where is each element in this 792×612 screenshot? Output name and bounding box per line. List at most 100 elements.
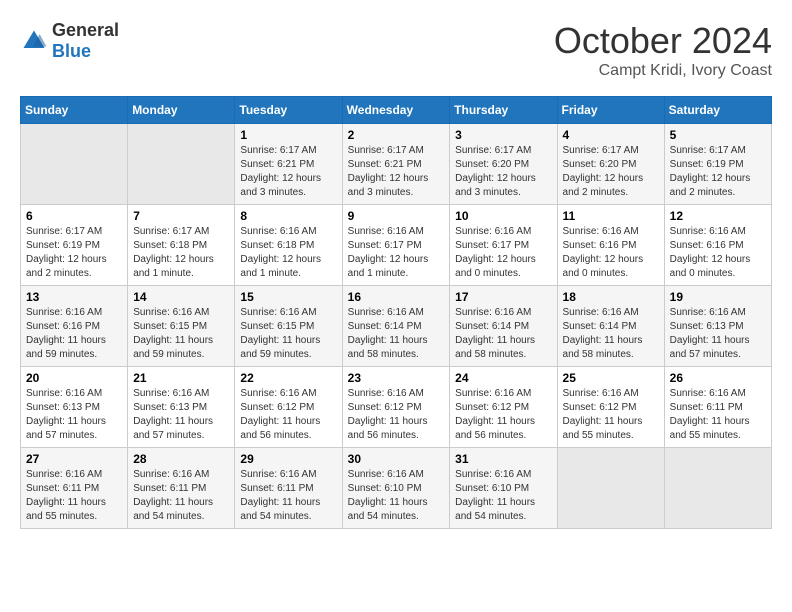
calendar-cell: 8Sunrise: 6:16 AMSunset: 6:18 PMDaylight… [235,205,342,286]
calendar-cell [557,448,664,529]
day-info: Sunrise: 6:17 AMSunset: 6:19 PMDaylight:… [670,145,751,198]
weekday-header-thursday: Thursday [450,97,557,124]
day-info: Sunrise: 6:16 AMSunset: 6:11 PMDaylight:… [240,469,320,522]
calendar-week-row: 1 Sunrise: 6:17 AMSunset: 6:21 PMDaylight… [21,124,772,205]
day-info: Sunrise: 6:16 AMSunset: 6:14 PMDaylight:… [455,307,535,360]
calendar-cell: 30 Sunrise: 6:16 AMSunset: 6:10 PMDayligh… [342,448,450,529]
day-number: 9 [348,209,445,223]
weekday-header-row: SundayMondayTuesdayWednesdayThursdayFrid… [21,97,772,124]
calendar-cell: 12 Sunrise: 6:16 AMSunset: 6:16 PMDayligh… [664,205,771,286]
weekday-header-friday: Friday [557,97,664,124]
weekday-header-wednesday: Wednesday [342,97,450,124]
calendar-cell: 7Sunrise: 6:17 AMSunset: 6:18 PMDaylight… [128,205,235,286]
calendar-cell: 16 Sunrise: 6:16 AMSunset: 6:14 PMDayligh… [342,286,450,367]
calendar-cell: 10 Sunrise: 6:16 AMSunset: 6:17 PMDayligh… [450,205,557,286]
calendar-header: SundayMondayTuesdayWednesdayThursdayFrid… [21,97,772,124]
logo-blue-text: Blue [52,41,91,61]
day-number: 5 [670,128,766,142]
day-info: Sunrise: 6:16 AMSunset: 6:12 PMDaylight:… [240,388,320,441]
day-info: Sunrise: 6:16 AMSunset: 6:13 PMDaylight:… [670,307,750,360]
calendar-cell: 3 Sunrise: 6:17 AMSunset: 6:20 PMDaylight… [450,124,557,205]
calendar-cell: 20 Sunrise: 6:16 AMSunset: 6:13 PMDayligh… [21,367,128,448]
day-number: 12 [670,209,766,223]
day-number: 15 [240,290,336,304]
calendar-cell: 19 Sunrise: 6:16 AMSunset: 6:13 PMDayligh… [664,286,771,367]
calendar-cell: 28Sunrise: 6:16 AMSunset: 6:11 PMDayligh… [128,448,235,529]
month-title: October 2024 [554,20,772,62]
day-number: 10 [455,209,551,223]
day-info: Sunrise: 6:17 AMSunset: 6:20 PMDaylight:… [455,145,536,198]
page-header: General Blue October 2024 Campt Kridi, I… [20,20,772,80]
calendar-cell: 29 Sunrise: 6:16 AMSunset: 6:11 PMDayligh… [235,448,342,529]
calendar-cell: 18 Sunrise: 6:16 AMSunset: 6:14 PMDayligh… [557,286,664,367]
title-block: October 2024 Campt Kridi, Ivory Coast [554,20,772,80]
location-title: Campt Kridi, Ivory Coast [554,62,772,80]
calendar-cell: 2Sunrise: 6:17 AMSunset: 6:21 PMDaylight… [342,124,450,205]
day-number: 27 [26,452,122,466]
day-info: Sunrise: 6:17 AMSunset: 6:19 PMDaylight:… [26,226,107,279]
calendar-cell: 11 Sunrise: 6:16 AMSunset: 6:16 PMDayligh… [557,205,664,286]
day-number: 20 [26,371,122,385]
calendar-cell [664,448,771,529]
calendar-cell: 31Sunrise: 6:16 AMSunset: 6:10 PMDayligh… [450,448,557,529]
day-number: 16 [348,290,445,304]
calendar-cell: 5 Sunrise: 6:17 AMSunset: 6:19 PMDaylight… [664,124,771,205]
calendar-cell: 6 Sunrise: 6:17 AMSunset: 6:19 PMDaylight… [21,205,128,286]
day-info: Sunrise: 6:16 AMSunset: 6:17 PMDaylight:… [348,226,429,279]
calendar-week-row: 6 Sunrise: 6:17 AMSunset: 6:19 PMDaylight… [21,205,772,286]
day-info: Sunrise: 6:16 AMSunset: 6:13 PMDaylight:… [133,388,213,441]
day-number: 19 [670,290,766,304]
day-info: Sunrise: 6:17 AMSunset: 6:20 PMDaylight:… [563,145,644,198]
day-number: 6 [26,209,122,223]
day-number: 13 [26,290,122,304]
calendar-cell: 15Sunrise: 6:16 AMSunset: 6:15 PMDayligh… [235,286,342,367]
calendar-cell: 24Sunrise: 6:16 AMSunset: 6:12 PMDayligh… [450,367,557,448]
day-number: 4 [563,128,659,142]
day-number: 23 [348,371,445,385]
day-info: Sunrise: 6:16 AMSunset: 6:14 PMDaylight:… [348,307,428,360]
day-info: Sunrise: 6:16 AMSunset: 6:18 PMDaylight:… [240,226,321,279]
day-number: 1 [240,128,336,142]
day-info: Sunrise: 6:16 AMSunset: 6:15 PMDaylight:… [133,307,213,360]
day-number: 18 [563,290,659,304]
calendar-week-row: 20 Sunrise: 6:16 AMSunset: 6:13 PMDayligh… [21,367,772,448]
weekday-header-tuesday: Tuesday [235,97,342,124]
calendar-cell: 17Sunrise: 6:16 AMSunset: 6:14 PMDayligh… [450,286,557,367]
day-number: 11 [563,209,659,223]
day-info: Sunrise: 6:16 AMSunset: 6:16 PMDaylight:… [563,226,644,279]
logo: General Blue [20,20,119,62]
day-info: Sunrise: 6:17 AMSunset: 6:21 PMDaylight:… [240,145,321,198]
day-number: 29 [240,452,336,466]
calendar-cell: 4 Sunrise: 6:17 AMSunset: 6:20 PMDaylight… [557,124,664,205]
weekday-header-sunday: Sunday [21,97,128,124]
calendar-cell: 1 Sunrise: 6:17 AMSunset: 6:21 PMDaylight… [235,124,342,205]
weekday-header-saturday: Saturday [664,97,771,124]
day-info: Sunrise: 6:16 AMSunset: 6:17 PMDaylight:… [455,226,536,279]
day-number: 30 [348,452,445,466]
day-number: 3 [455,128,551,142]
calendar-cell: 25Sunrise: 6:16 AMSunset: 6:12 PMDayligh… [557,367,664,448]
logo-general-text: General [52,20,119,40]
calendar-cell: 22Sunrise: 6:16 AMSunset: 6:12 PMDayligh… [235,367,342,448]
day-number: 25 [563,371,659,385]
day-info: Sunrise: 6:16 AMSunset: 6:16 PMDaylight:… [670,226,751,279]
calendar-cell: 14Sunrise: 6:16 AMSunset: 6:15 PMDayligh… [128,286,235,367]
day-info: Sunrise: 6:16 AMSunset: 6:16 PMDaylight:… [26,307,106,360]
day-info: Sunrise: 6:17 AMSunset: 6:21 PMDaylight:… [348,145,429,198]
day-info: Sunrise: 6:16 AMSunset: 6:11 PMDaylight:… [670,388,750,441]
day-number: 28 [133,452,229,466]
calendar-cell: 21Sunrise: 6:16 AMSunset: 6:13 PMDayligh… [128,367,235,448]
day-number: 31 [455,452,551,466]
calendar-cell: 26 Sunrise: 6:16 AMSunset: 6:11 PMDayligh… [664,367,771,448]
calendar-week-row: 27 Sunrise: 6:16 AMSunset: 6:11 PMDayligh… [21,448,772,529]
day-number: 26 [670,371,766,385]
day-info: Sunrise: 6:16 AMSunset: 6:12 PMDaylight:… [455,388,535,441]
day-info: Sunrise: 6:16 AMSunset: 6:14 PMDaylight:… [563,307,643,360]
calendar-cell: 23Sunrise: 6:16 AMSunset: 6:12 PMDayligh… [342,367,450,448]
calendar-body: 1 Sunrise: 6:17 AMSunset: 6:21 PMDaylight… [21,124,772,529]
day-info: Sunrise: 6:16 AMSunset: 6:13 PMDaylight:… [26,388,106,441]
day-info: Sunrise: 6:16 AMSunset: 6:10 PMDaylight:… [348,469,428,522]
calendar-cell [128,124,235,205]
day-info: Sunrise: 6:17 AMSunset: 6:18 PMDaylight:… [133,226,214,279]
calendar-table: SundayMondayTuesdayWednesdayThursdayFrid… [20,96,772,529]
